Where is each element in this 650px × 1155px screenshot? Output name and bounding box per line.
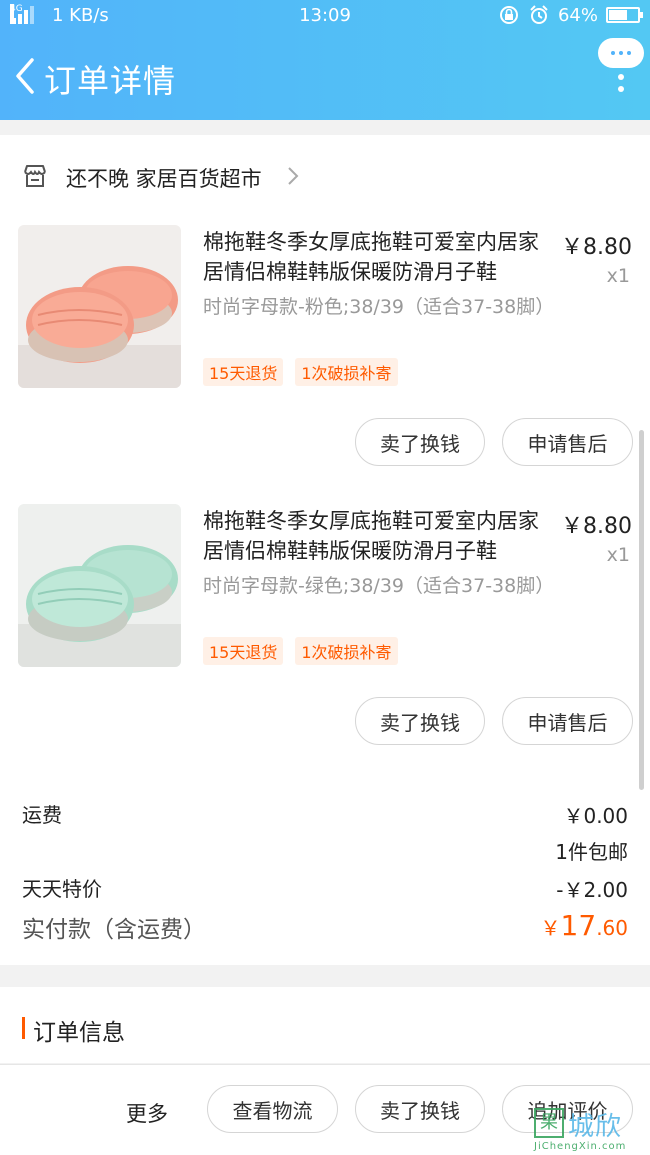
order-detail-screen: 4G 1 KB/s 13:09 64% 订单详情 还不晚 家居百货超市 棉拖鞋冬…	[0, 0, 650, 1155]
discount-value: -￥2.00	[556, 878, 628, 902]
watermark-box: 果	[534, 1108, 564, 1138]
lock-rotation-icon	[499, 6, 518, 24]
battery-icon	[606, 7, 643, 23]
item-price: ￥8.80	[561, 514, 632, 539]
order-info-section: 订单信息	[0, 987, 650, 1063]
nav-bar: 订单详情	[0, 34, 650, 120]
product-image[interactable]	[18, 504, 181, 667]
shop-name: 还不晚 家居百货超市	[66, 167, 262, 191]
tag-damage: 1次破损补寄	[295, 637, 398, 665]
service-tags: 15天退货 1次破损补寄	[203, 358, 398, 386]
watermark-logo: 果 城欣 JiChengXin.com	[532, 1108, 650, 1155]
watermark-url: JiChengXin.com	[534, 1141, 627, 1152]
shipping-label: 运费	[22, 803, 62, 827]
back-icon[interactable]	[8, 54, 42, 98]
view-logistics-button[interactable]: 查看物流	[207, 1085, 338, 1133]
order-card: 还不晚 家居百货超市 棉拖鞋冬季女厚底拖鞋可爱室内居家居情侣棉鞋韩版保暖防滑月子…	[0, 135, 650, 965]
discount-label: 天天特价	[22, 877, 102, 901]
order-info-title: 订单信息	[33, 1020, 125, 1046]
page-title: 订单详情	[44, 62, 177, 100]
order-item[interactable]: 棉拖鞋冬季女厚底拖鞋可爱室内居家居情侣棉鞋韩版保暖防滑月子鞋 ￥8.80 x1 …	[0, 225, 650, 485]
chevron-right-icon	[288, 167, 299, 185]
product-image[interactable]	[18, 225, 181, 388]
total-label: 实付款（含运费）	[22, 917, 206, 943]
total-integer: 17	[560, 909, 597, 942]
status-right: 64%	[498, 4, 643, 26]
total-value: ￥17.60	[541, 909, 628, 942]
store-icon	[24, 165, 46, 187]
item-price: ￥8.80	[561, 235, 632, 260]
tag-return: 15天退货	[203, 637, 284, 665]
total-decimal: .60	[596, 916, 628, 940]
status-bar: 4G 1 KB/s 13:09 64%	[0, 0, 650, 34]
more-menu-button[interactable]	[598, 38, 644, 102]
item-spec: 时尚字母款-绿色;38/39（适合37-38脚）	[203, 575, 555, 597]
battery-percent: 64%	[557, 4, 598, 26]
scrollbar[interactable]	[639, 430, 644, 790]
after-sale-button[interactable]: 申请售后	[502, 418, 633, 466]
message-bubble-icon	[598, 38, 644, 68]
item-title[interactable]: 棉拖鞋冬季女厚底拖鞋可爱室内居家居情侣棉鞋韩版保暖防滑月子鞋	[203, 506, 551, 566]
item-quantity: x1	[606, 265, 630, 287]
sell-button[interactable]: 卖了换钱	[355, 1085, 485, 1133]
shipping-value: ￥0.00	[563, 804, 628, 828]
tag-damage: 1次破损补寄	[295, 358, 398, 386]
item-title[interactable]: 棉拖鞋冬季女厚底拖鞋可爱室内居家居情侣棉鞋韩版保暖防滑月子鞋	[203, 227, 551, 287]
tag-return: 15天退货	[203, 358, 284, 386]
alarm-icon	[530, 5, 548, 24]
item-quantity: x1	[606, 544, 630, 566]
battery-level	[609, 10, 627, 20]
sell-button[interactable]: 卖了换钱	[355, 697, 485, 745]
shipping-note: 1件包邮	[555, 840, 628, 864]
total-currency: ￥	[540, 916, 561, 940]
order-item[interactable]: 棉拖鞋冬季女厚底拖鞋可爱室内居家居情侣棉鞋韩版保暖防滑月子鞋 ￥8.80 x1 …	[0, 504, 650, 764]
header: 4G 1 KB/s 13:09 64% 订单详情	[0, 0, 650, 120]
service-tags: 15天退货 1次破损补寄	[203, 637, 398, 665]
after-sale-button[interactable]: 申请售后	[502, 697, 633, 745]
item-spec: 时尚字母款-粉色;38/39（适合37-38脚）	[203, 296, 555, 318]
sell-button[interactable]: 卖了换钱	[355, 418, 485, 466]
section-marker	[22, 1017, 25, 1039]
more-actions[interactable]: 更多	[126, 1098, 168, 1128]
watermark-text: 城欣	[568, 1112, 623, 1142]
more-vertical-icon	[618, 74, 626, 98]
shop-row[interactable]: 还不晚 家居百货超市	[0, 155, 650, 199]
